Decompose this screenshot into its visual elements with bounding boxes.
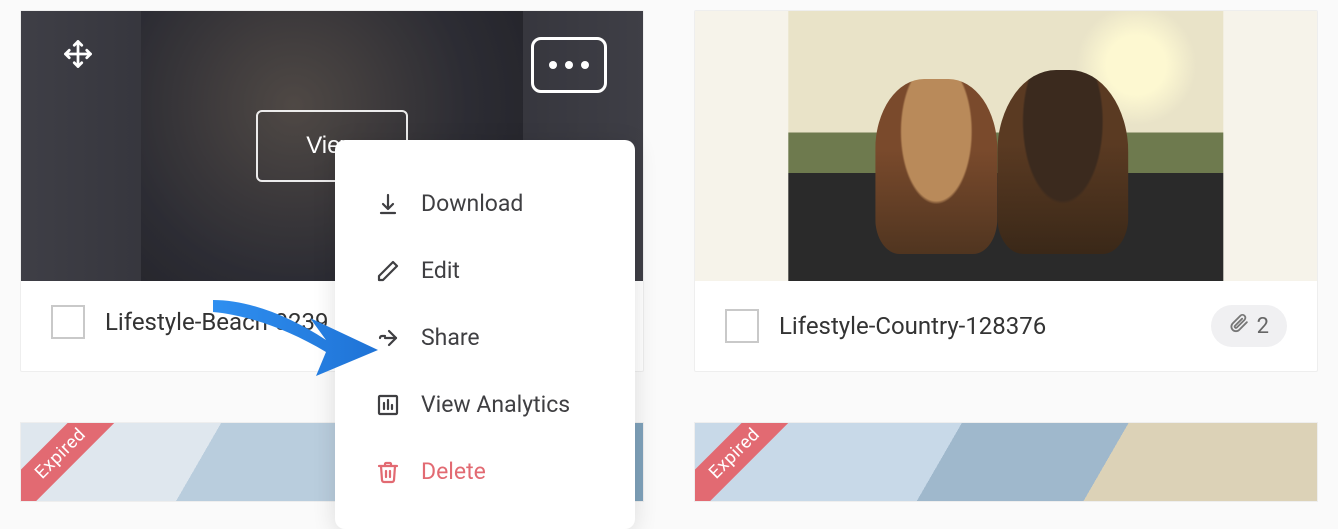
share-icon — [375, 325, 401, 351]
delete-icon — [375, 459, 401, 485]
move-handle-icon[interactable] — [61, 37, 95, 71]
menu-item-label: Share — [421, 324, 480, 351]
download-icon — [375, 191, 401, 217]
menu-item-analytics[interactable]: View Analytics — [341, 371, 629, 438]
asset-thumbnail[interactable] — [695, 11, 1317, 281]
more-options-button[interactable] — [531, 37, 607, 93]
context-menu: Download Edit Share View Analytics Delet… — [335, 140, 635, 529]
attachment-count: 2 — [1257, 314, 1269, 339]
menu-item-label: View Analytics — [421, 391, 570, 418]
menu-item-label: Edit — [421, 257, 460, 284]
attachment-badge[interactable]: 2 — [1211, 305, 1287, 347]
asset-filename: Lifestyle-Country-128376 — [779, 312, 1191, 340]
menu-item-edit[interactable]: Edit — [341, 237, 629, 304]
menu-item-label: Delete — [421, 458, 486, 485]
asset-thumbnail — [695, 423, 1317, 501]
select-checkbox[interactable] — [725, 309, 759, 343]
menu-item-delete[interactable]: Delete — [341, 438, 629, 505]
menu-item-share[interactable]: Share — [341, 304, 629, 371]
menu-item-download[interactable]: Download — [341, 170, 629, 237]
card-footer: Lifestyle-Country-128376 2 — [695, 281, 1317, 371]
paperclip-icon — [1229, 313, 1249, 339]
edit-icon — [375, 258, 401, 284]
asset-card[interactable]: Expired — [694, 422, 1318, 502]
select-checkbox[interactable] — [51, 305, 85, 339]
menu-item-label: Download — [421, 190, 523, 217]
asset-card: Lifestyle-Country-128376 2 — [694, 10, 1318, 372]
analytics-icon — [375, 392, 401, 418]
